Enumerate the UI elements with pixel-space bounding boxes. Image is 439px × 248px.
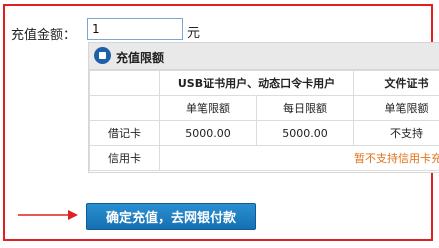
amount-label: 充值金额：	[11, 28, 77, 43]
bank-limit-panel: 充值限额 USB证书用户、动态口令卡用户 文件证书 单笔限额 每日限额 单笔限额…	[88, 42, 439, 173]
subheader-cell: 单笔限额	[159, 95, 257, 121]
header-group-file-cert: 文件证书	[353, 70, 439, 96]
red-arrow-icon	[18, 210, 78, 220]
limit-table: USB证书用户、动态口令卡用户 文件证书 单笔限额 每日限额 单笔限额 借记卡 …	[89, 70, 439, 171]
table-cell: 5000.00	[256, 120, 354, 146]
table-row: 借记卡 5000.00 5000.00 不支持	[89, 120, 439, 146]
table-cell: 5000.00	[159, 120, 257, 146]
table-cell: 不支持	[353, 120, 439, 146]
table-corner-cell	[89, 95, 160, 121]
subheader-cell: 单笔限额	[353, 95, 439, 121]
credit-card-notice: 暂不支持信用卡充值	[159, 145, 439, 171]
table-row: USB证书用户、动态口令卡用户 文件证书	[89, 70, 439, 96]
header-group-usb: USB证书用户、动态口令卡用户	[159, 70, 354, 96]
table-corner-cell	[89, 70, 160, 96]
amount-input[interactable]	[87, 18, 183, 40]
unit-label: 元	[187, 26, 201, 41]
card-type-cell: 借记卡	[89, 120, 160, 146]
card-type-cell: 信用卡	[89, 145, 160, 171]
bank-name: 充值限额	[116, 51, 165, 65]
table-row: 信用卡 暂不支持信用卡充值	[89, 145, 439, 171]
subheader-cell: 每日限额	[256, 95, 354, 121]
bank-logo-icon	[94, 47, 111, 64]
confirm-recharge-button[interactable]: 确定充值，去网银付款	[86, 203, 256, 230]
table-row: 单笔限额 每日限额 单笔限额	[89, 95, 439, 121]
bank-header: 充值限额	[89, 43, 439, 70]
